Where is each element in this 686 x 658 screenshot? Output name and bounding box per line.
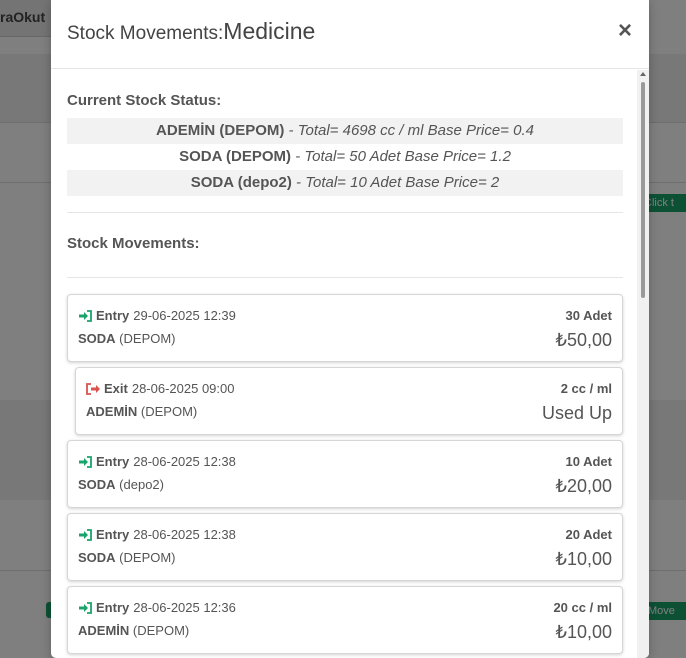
status-location: ADEMİN (DEPOM) <box>156 122 285 139</box>
movement-location: SODA (DEPOM) <box>78 331 176 346</box>
entry-icon <box>79 601 92 614</box>
section-divider <box>67 277 623 278</box>
movement-header: Exit 28-06-2025 09:00 <box>86 381 235 396</box>
status-row: SODA (DEPOM) - Total= 50 Adet Base Price… <box>67 144 623 170</box>
entry-icon <box>79 309 92 322</box>
movement-header: Entry 28-06-2025 12:38 <box>78 527 236 542</box>
modal-body: Current Stock Status: ADEMİN (DEPOM) - T… <box>51 70 649 658</box>
status-info: - Total= 4698 cc / ml Base Price= 0.4 <box>284 122 534 139</box>
movement-card[interactable]: Entry 29-06-2025 12:39 SODA (DEPOM) 30 A… <box>67 294 623 362</box>
movement-card[interactable]: Exit 28-06-2025 09:00 ADEMİN (DEPOM) 2 c… <box>75 367 623 435</box>
movement-quantity: 20 cc / ml <box>553 600 612 615</box>
current-status-title: Current Stock Status: <box>67 92 222 109</box>
movement-product: SODA <box>78 331 116 346</box>
movement-datetime: 28-06-2025 12:36 <box>133 600 236 615</box>
scrollbar-thumb[interactable] <box>641 82 645 298</box>
movement-amount: Used Up <box>541 403 612 423</box>
exit-icon <box>86 382 100 395</box>
movement-card[interactable]: Entry 28-06-2025 12:38 SODA (DEPOM) 20 A… <box>67 513 623 581</box>
movement-type: Entry <box>96 600 130 615</box>
status-info: - Total= 10 Adet Base Price= 2 <box>291 174 500 191</box>
movement-type: Exit <box>104 381 128 396</box>
modal-title-item: Medicine <box>223 18 316 44</box>
movement-type: Entry <box>96 454 130 469</box>
movement-store: (DEPOM) <box>137 404 198 419</box>
status-location: SODA (depo2) <box>190 174 292 191</box>
movement-store: (depo2) <box>115 477 164 492</box>
movement-type: Entry <box>96 527 130 542</box>
movement-store: (DEPOM) <box>115 331 176 346</box>
movement-card[interactable]: Entry 28-06-2025 12:36 ADEMİN (DEPOM) 20… <box>67 586 623 654</box>
movement-location: SODA (depo2) <box>78 477 164 492</box>
modal-title: Stock Movements:Medicine <box>67 18 315 45</box>
movement-location: ADEMİN (DEPOM) <box>78 623 189 638</box>
movement-type: Entry <box>96 308 130 323</box>
movement-datetime: 28-06-2025 12:38 <box>133 454 236 469</box>
status-row: ADEMİN (DEPOM) - Total= 4698 cc / ml Bas… <box>67 118 623 144</box>
movement-datetime: 29-06-2025 12:39 <box>133 308 236 323</box>
movement-location: SODA (DEPOM) <box>78 550 176 565</box>
movement-quantity: 30 Adet <box>565 308 612 323</box>
stock-movements-modal: Stock Movements:Medicine × Current Stock… <box>51 0 649 658</box>
movement-header: Entry 28-06-2025 12:38 <box>78 454 236 469</box>
movement-datetime: 28-06-2025 12:38 <box>133 527 236 542</box>
movement-quantity: 2 cc / ml <box>560 381 612 396</box>
movement-card[interactable]: Entry 28-06-2025 12:38 SODA (depo2) 10 A… <box>67 440 623 508</box>
movement-product: SODA <box>78 550 116 565</box>
modal-title-prefix: Stock Movements: <box>67 23 224 44</box>
movements-title: Stock Movements: <box>67 235 200 252</box>
status-row: SODA (depo2) - Total= 10 Adet Base Price… <box>67 170 623 196</box>
movement-product: ADEMİN <box>78 623 130 638</box>
movement-product: SODA <box>78 477 116 492</box>
movement-header: Entry 28-06-2025 12:36 <box>78 600 236 615</box>
movement-header: Entry 29-06-2025 12:39 <box>78 308 236 323</box>
movement-amount: ₺50,00 <box>555 330 613 350</box>
movement-amount: ₺10,00 <box>555 549 613 569</box>
movement-amount: ₺20,00 <box>555 476 613 496</box>
movement-product: ADEMİN <box>86 404 138 419</box>
section-divider <box>67 212 623 213</box>
movement-location: ADEMİN (DEPOM) <box>86 404 197 419</box>
status-info: - Total= 50 Adet Base Price= 1.2 <box>291 148 511 165</box>
movement-store: (DEPOM) <box>129 623 190 638</box>
entry-icon <box>79 528 92 541</box>
movement-quantity: 10 Adet <box>565 454 612 469</box>
modal-header: Stock Movements:Medicine × <box>51 0 649 69</box>
movement-amount: ₺10,00 <box>555 622 613 642</box>
movement-datetime: 28-06-2025 09:00 <box>131 381 235 396</box>
scroll-up-icon[interactable] <box>640 72 646 76</box>
entry-icon <box>79 455 92 468</box>
movement-store: (DEPOM) <box>115 550 176 565</box>
close-button[interactable]: × <box>613 17 637 45</box>
movement-quantity: 20 Adet <box>565 527 612 542</box>
status-location: SODA (DEPOM) <box>179 148 292 165</box>
